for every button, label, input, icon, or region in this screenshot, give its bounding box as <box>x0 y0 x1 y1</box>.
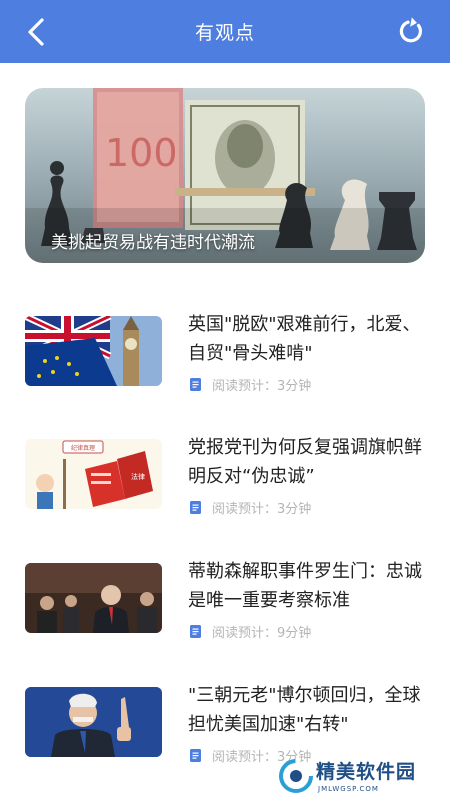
featured-article-title: 美挑起贸易战有违时代潮流 <box>51 233 255 253</box>
svg-text:100: 100 <box>105 131 178 175</box>
page-title: 有观点 <box>194 22 255 44</box>
article-thumbnail <box>25 563 162 633</box>
featured-article-card[interactable]: 100 美挑起贸易战有违时代潮流 <box>25 88 425 263</box>
document-icon <box>190 501 201 514</box>
read-time: 阅读预计：9分钟 <box>190 622 311 641</box>
read-time: 阅读预计：3分钟 <box>190 375 311 394</box>
watermark-title: 精美软件园 <box>316 761 417 783</box>
read-time: 阅读预计：3分钟 <box>190 498 311 517</box>
list-item[interactable]: 蒂勒森解职事件罗生门：忠诚是唯一重要考察标准 阅读预计：9分钟 <box>25 561 425 663</box>
article-title: 蒂勒森解职事件罗生门：忠诚是唯一重要考察标准 <box>188 561 422 611</box>
list-item[interactable]: 英国"脱欧"艰难前行，北爱、自贸"骨头难啃" 阅读预计：3分钟 <box>25 314 425 416</box>
document-icon <box>190 378 201 391</box>
article-thumbnail <box>25 687 162 757</box>
watermark: 精美软件园 JMLWGSP.COM <box>278 752 450 800</box>
list-item[interactable]: 纪律真理 法律 党报党刊为何反复强调旗帜鲜明反对“伪忠诚” 阅读预计：3分钟 <box>25 437 425 539</box>
watermark-logo-icon <box>279 759 313 793</box>
top-bar: 有观点 <box>0 0 450 63</box>
watermark-url: JMLWGSP.COM <box>318 785 379 793</box>
read-time-label: 阅读预计：3分钟 <box>212 502 312 517</box>
read-time-label: 阅读预计：3分钟 <box>212 379 312 394</box>
box-label: 法律 <box>131 472 145 481</box>
document-icon <box>190 625 201 638</box>
article-thumbnail: 纪律真理 法律 <box>25 439 162 509</box>
article-title: "三朝元老"博尔顿回归，全球担忧美国加速"右转" <box>188 685 421 735</box>
article-title: 党报党刊为何反复强调旗帜鲜明反对“伪忠诚” <box>188 437 422 487</box>
document-icon <box>190 749 201 762</box>
banner-text: 纪律真理 <box>71 444 95 452</box>
article-title: 英国"脱欧"艰难前行，北爱、自贸"骨头难啃" <box>188 314 421 364</box>
article-thumbnail <box>25 316 162 386</box>
refresh-icon[interactable] <box>398 16 426 46</box>
read-time-label: 阅读预计：9分钟 <box>212 626 312 641</box>
